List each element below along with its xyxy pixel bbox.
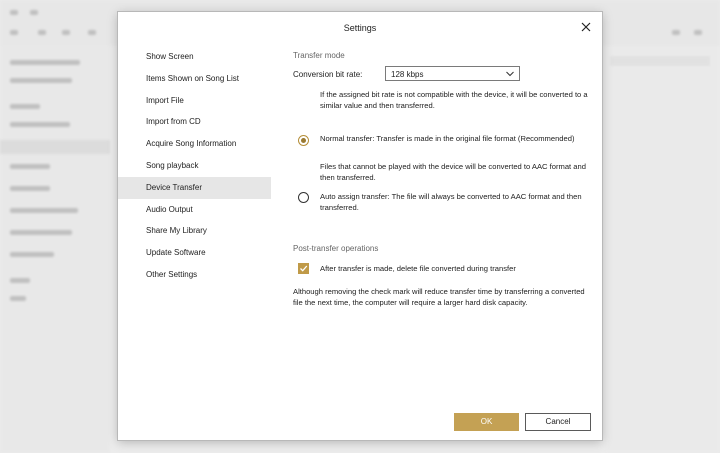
delete-converted-label[interactable]: After transfer is made, delete file conv… xyxy=(320,264,588,275)
nav-item-song-playback[interactable]: Song playback xyxy=(118,155,271,177)
nav-item-device-transfer[interactable]: Device Transfer xyxy=(118,176,271,199)
post-transfer-note: Although removing the check mark will re… xyxy=(293,287,585,307)
bitrate-label: Conversion bit rate: xyxy=(293,70,363,79)
cancel-button[interactable]: Cancel xyxy=(525,413,591,431)
bitrate-value: 128 kbps xyxy=(391,69,424,79)
nav-item-show-screen[interactable]: Show Screen xyxy=(118,46,271,68)
nav-item-other-settings[interactable]: Other Settings xyxy=(118,264,271,286)
bitrate-select[interactable]: 128 kbps xyxy=(385,66,520,81)
normal-transfer-note: Files that cannot be played with the dev… xyxy=(320,162,586,182)
close-icon xyxy=(581,22,591,32)
auto-assign-transfer-label[interactable]: Auto assign transfer: The file will alwa… xyxy=(320,192,588,213)
nav-item-acquire-song-information[interactable]: Acquire Song Information xyxy=(118,133,271,155)
close-button[interactable] xyxy=(578,19,594,35)
bitrate-note: If the assigned bit rate is not compatib… xyxy=(320,90,588,110)
nav-item-share-my-library[interactable]: Share My Library xyxy=(118,220,271,242)
nav-item-import-file[interactable]: Import File xyxy=(118,90,271,112)
settings-dialog: Settings Show Screen Items Shown on Song… xyxy=(118,12,602,440)
nav-item-items-shown-on-song-list[interactable]: Items Shown on Song List xyxy=(118,68,271,90)
chevron-down-icon xyxy=(506,71,514,77)
delete-converted-checkbox[interactable] xyxy=(298,263,309,274)
post-transfer-heading: Post-transfer operations xyxy=(293,244,379,253)
background-sidebar xyxy=(0,46,110,453)
checkmark-icon xyxy=(300,265,308,272)
normal-transfer-label[interactable]: Normal transfer: Transfer is made in the… xyxy=(320,134,588,145)
dialog-title: Settings xyxy=(343,23,377,33)
nav-item-audio-output[interactable]: Audio Output xyxy=(118,199,271,221)
nav-item-import-from-cd[interactable]: Import from CD xyxy=(118,111,271,133)
normal-transfer-radio[interactable] xyxy=(298,135,309,146)
background-right-panel xyxy=(605,46,720,453)
nav-item-update-software[interactable]: Update Software xyxy=(118,242,271,264)
auto-assign-transfer-radio[interactable] xyxy=(298,192,309,203)
ok-button[interactable]: OK xyxy=(454,413,519,431)
transfer-mode-heading: Transfer mode xyxy=(293,51,345,60)
settings-nav: Show Screen Items Shown on Song List Imp… xyxy=(118,46,271,286)
